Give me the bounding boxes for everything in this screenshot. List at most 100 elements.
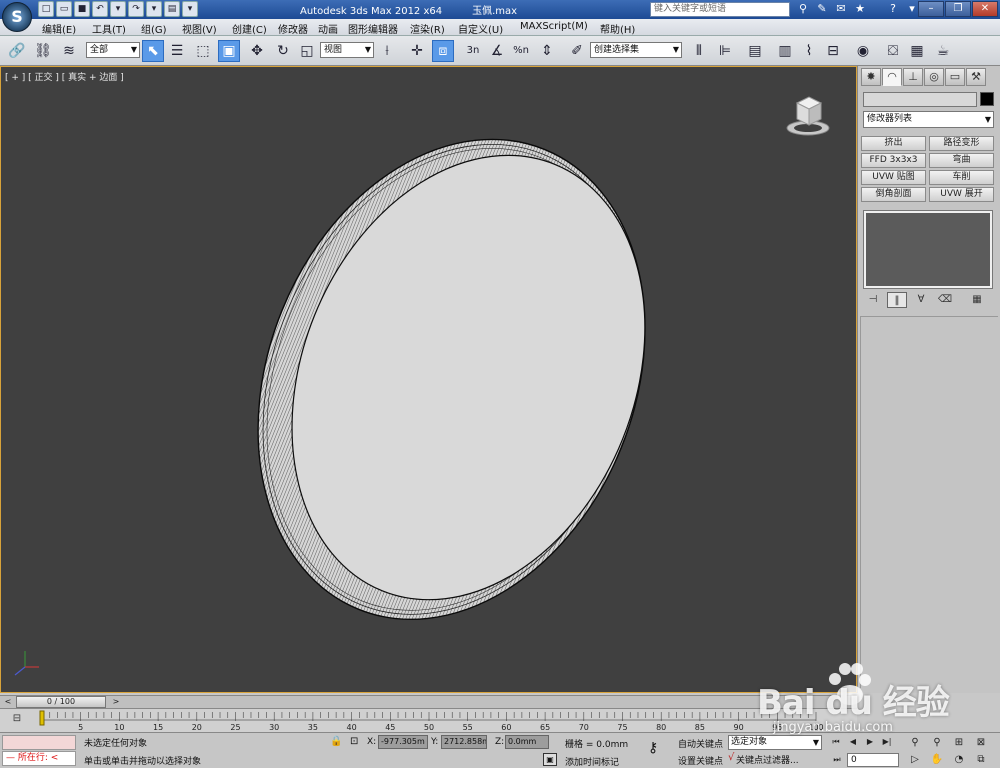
- align-icon[interactable]: ⊫: [714, 40, 736, 62]
- menu-rendering[interactable]: 渲染(R): [410, 21, 445, 36]
- maxscript-listener-box[interactable]: [2, 735, 76, 750]
- scale-icon[interactable]: ◱: [296, 40, 318, 62]
- unwrap-uvw-button[interactable]: UVW 展开: [929, 187, 994, 202]
- track-bar[interactable]: ⊟ 5 10 15 20 25 30 35 40 45 50 55 60 65 70 75 80 85 90 95 1…: [0, 708, 857, 732]
- rendered-frame-window-icon[interactable]: ▦: [906, 40, 928, 62]
- auto-key-button[interactable]: 自动关键点: [678, 737, 723, 750]
- zoom-all-icon[interactable]: ⚲: [927, 735, 947, 750]
- schematic-view-icon[interactable]: ⊟: [822, 40, 844, 62]
- set-key-icon[interactable]: ⚷: [648, 740, 658, 756]
- absolute-mode-icon[interactable]: ⊡: [350, 736, 358, 747]
- modifier-stack-list[interactable]: [863, 210, 993, 289]
- redo-dropdown-icon[interactable]: ▾: [146, 1, 162, 17]
- ffd-button[interactable]: FFD 3x3x3: [861, 153, 926, 168]
- window-crossing-icon[interactable]: ▣: [218, 40, 240, 62]
- named-selection-dropdown[interactable]: 创建选择集 ▼: [590, 42, 682, 58]
- show-end-result-icon[interactable]: ‖: [887, 292, 907, 308]
- zoom-icon[interactable]: ⚲: [905, 735, 925, 750]
- render-production-icon[interactable]: ☕: [932, 40, 954, 62]
- minimize-button[interactable]: –: [918, 1, 944, 17]
- pin-stack-icon[interactable]: ⊣: [863, 292, 883, 308]
- create-tab-icon[interactable]: ✸: [861, 68, 881, 86]
- time-slider-thumb[interactable]: 0 / 100: [16, 696, 106, 708]
- select-object-icon[interactable]: ⬉: [142, 40, 164, 62]
- viewport-label[interactable]: [ + ] [ 正交 ] [ 真实 + 边面 ]: [5, 70, 124, 83]
- set-key-button[interactable]: 设置关键点: [678, 754, 723, 767]
- maxscript-mini-listener[interactable]: — 所在行: <: [2, 751, 76, 766]
- communication-icon[interactable]: ✉: [833, 1, 849, 17]
- bind-space-warp-icon[interactable]: ≋: [58, 40, 80, 62]
- viewcube-icon[interactable]: [785, 93, 831, 139]
- go-to-start-icon[interactable]: ⏮: [828, 735, 844, 750]
- menu-modifiers[interactable]: 修改器: [278, 21, 308, 36]
- open-file-icon[interactable]: ▭: [56, 1, 72, 17]
- help-icon[interactable]: ?: [885, 1, 901, 17]
- unlink-icon[interactable]: ⛓: [32, 40, 54, 62]
- rotate-icon[interactable]: ↻: [272, 40, 294, 62]
- restore-button[interactable]: ❐: [945, 1, 971, 17]
- close-button[interactable]: ✕: [972, 1, 998, 17]
- configure-sets-icon[interactable]: ▦: [967, 292, 987, 308]
- rect-selection-region-icon[interactable]: ⬚: [192, 40, 214, 62]
- time-slider-prev-icon[interactable]: <: [2, 696, 14, 708]
- menu-edit[interactable]: 编辑(E): [42, 21, 76, 36]
- keyboard-shortcut-override-icon[interactable]: ⧈: [432, 40, 454, 62]
- select-link-icon[interactable]: 🔗: [6, 40, 28, 62]
- current-frame-marker[interactable]: [39, 710, 45, 726]
- path-deform-button[interactable]: 路径变形: [929, 136, 994, 151]
- previous-frame-icon[interactable]: ◀: [845, 735, 861, 750]
- app-logo-button[interactable]: S: [2, 2, 32, 32]
- selection-filter-dropdown[interactable]: 全部 ▼: [86, 42, 140, 58]
- zoom-extents-icon[interactable]: ⊞: [949, 735, 969, 750]
- redo-icon[interactable]: ↷: [128, 1, 144, 17]
- make-unique-icon[interactable]: ∀: [911, 292, 931, 308]
- x-coord-field[interactable]: -977.305m: [378, 735, 428, 749]
- layer-manager-icon[interactable]: ▤: [744, 40, 766, 62]
- new-file-icon[interactable]: □: [38, 1, 54, 17]
- edit-named-selection-icon[interactable]: ✐: [566, 40, 588, 62]
- current-frame-field[interactable]: 0: [847, 753, 899, 767]
- menu-maxscript[interactable]: MAXScript(M): [520, 21, 588, 32]
- undo-icon[interactable]: ↶: [92, 1, 108, 17]
- modifier-list-dropdown[interactable]: 修改器列表 ▼: [863, 111, 994, 128]
- reference-coord-dropdown[interactable]: 视图 ▼: [320, 42, 374, 58]
- menu-create[interactable]: 创建(C): [232, 21, 267, 36]
- play-icon[interactable]: ▶: [862, 735, 878, 750]
- percent-snap-icon[interactable]: %n: [510, 40, 532, 62]
- menu-tools[interactable]: 工具(T): [92, 21, 126, 36]
- spinner-snap-icon[interactable]: ⇕: [536, 40, 558, 62]
- menu-views[interactable]: 视图(V): [182, 21, 217, 36]
- bend-button[interactable]: 弯曲: [929, 153, 994, 168]
- search-input[interactable]: 键入关键字或短语: [650, 2, 790, 17]
- zoom-extents-all-icon[interactable]: ⊠: [971, 735, 991, 750]
- snaps-toggle-icon[interactable]: 3n: [462, 40, 484, 62]
- customize-dropdown-icon[interactable]: ▾: [182, 1, 198, 17]
- lathe-button[interactable]: 车削: [929, 170, 994, 185]
- object-color-swatch[interactable]: [980, 92, 994, 106]
- favorites-star-icon[interactable]: ★: [852, 1, 868, 17]
- perspective-viewport[interactable]: [ + ] [ 正交 ] [ 真实 + 边面 ]: [0, 66, 857, 693]
- save-file-icon[interactable]: ■: [74, 1, 90, 17]
- modify-tab-icon[interactable]: ◠: [882, 68, 902, 86]
- render-setup-icon[interactable]: ⛋: [882, 40, 904, 62]
- display-tab-icon[interactable]: ▭: [945, 68, 965, 86]
- add-time-tag[interactable]: 添加时间标记: [565, 755, 619, 768]
- angle-snap-icon[interactable]: ∡: [486, 40, 508, 62]
- object-name-field[interactable]: [863, 92, 977, 107]
- curve-editor-icon[interactable]: ⌇: [798, 40, 820, 62]
- lock-selection-icon[interactable]: 🔒: [330, 736, 342, 747]
- y-coord-field[interactable]: 2712.858m: [441, 735, 487, 749]
- binoculars-icon[interactable]: ⚲: [795, 1, 811, 17]
- material-editor-icon[interactable]: ◉: [852, 40, 874, 62]
- menu-group[interactable]: 组(G): [141, 21, 167, 36]
- select-by-name-icon[interactable]: ☰: [166, 40, 188, 62]
- select-manipulate-icon[interactable]: ✛: [406, 40, 428, 62]
- bevel-profile-button[interactable]: 倒角剖面: [861, 187, 926, 202]
- field-of-view-icon[interactable]: ▷: [905, 752, 925, 767]
- menu-customize[interactable]: 自定义(U): [458, 21, 503, 36]
- extrude-button[interactable]: 挤出: [861, 136, 926, 151]
- key-mode-toggle-icon[interactable]: ⏭: [829, 753, 845, 768]
- key-filters-button[interactable]: 关键点过滤器...: [736, 753, 799, 766]
- graphite-tools-icon[interactable]: ▥: [774, 40, 796, 62]
- key-mode-icon[interactable]: √: [728, 752, 734, 763]
